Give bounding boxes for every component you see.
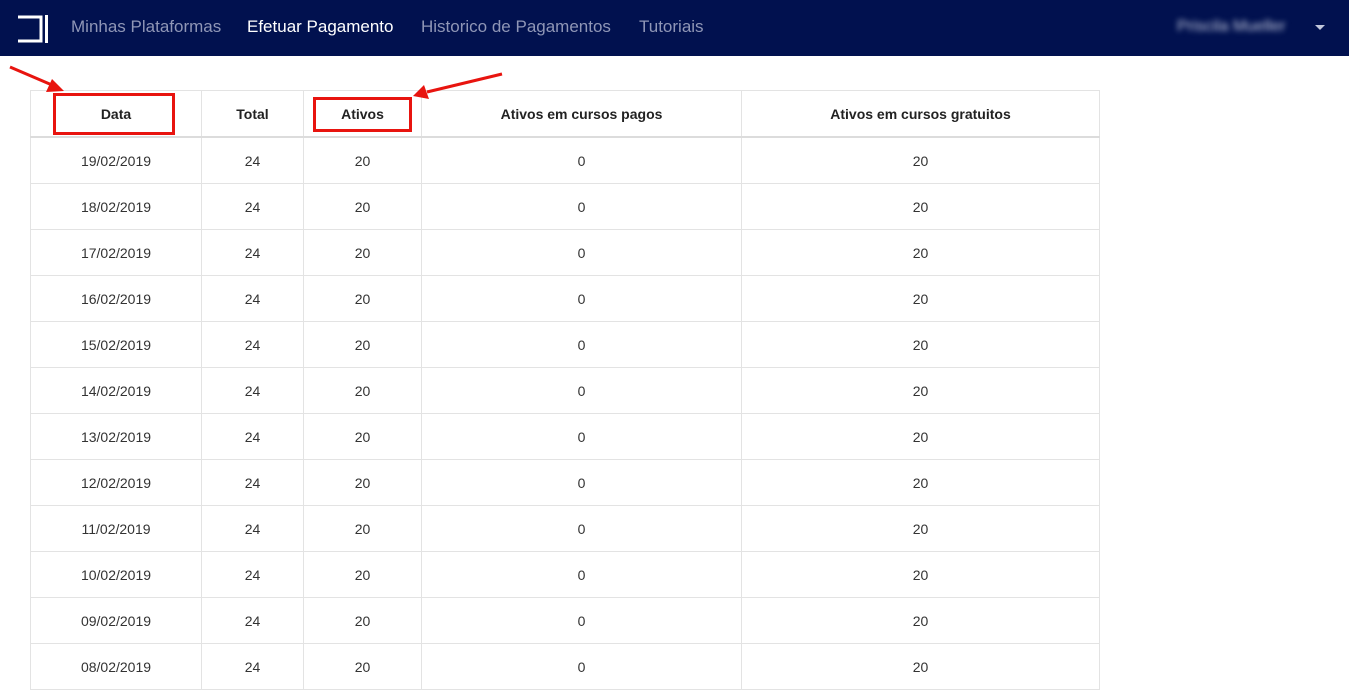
cell-total: 24 xyxy=(201,643,304,690)
top-navbar: Minhas Plataformas Efetuar Pagamento His… xyxy=(0,0,1349,56)
table-header-row: Data Total Ativos Ativos em cursos pagos… xyxy=(30,90,1100,138)
payments-table: Data Total Ativos Ativos em cursos pagos… xyxy=(30,90,1100,690)
cell-ativos-pagos: 0 xyxy=(421,367,742,414)
column-header-ativos-gratuitos[interactable]: Ativos em cursos gratuitos xyxy=(741,90,1100,138)
cell-data: 15/02/2019 xyxy=(30,321,202,368)
table-row: 16/02/2019 24 20 0 20 xyxy=(30,275,1100,322)
table-row: 12/02/2019 24 20 0 20 xyxy=(30,459,1100,506)
nav-link-historico-de-pagamentos[interactable]: Historico de Pagamentos xyxy=(421,17,611,37)
nav-link-efetuar-pagamento[interactable]: Efetuar Pagamento xyxy=(247,17,393,37)
cell-ativos-pagos: 0 xyxy=(421,643,742,690)
cell-ativos-gratuitos: 20 xyxy=(741,597,1100,644)
cell-data: 18/02/2019 xyxy=(30,183,202,230)
cell-ativos: 20 xyxy=(303,551,422,598)
table-row: 19/02/2019 24 20 0 20 xyxy=(30,136,1100,184)
cell-ativos: 20 xyxy=(303,136,422,184)
cell-ativos: 20 xyxy=(303,459,422,506)
table-row: 10/02/2019 24 20 0 20 xyxy=(30,551,1100,598)
cell-data: 13/02/2019 xyxy=(30,413,202,460)
cell-ativos: 20 xyxy=(303,505,422,552)
cell-data: 17/02/2019 xyxy=(30,229,202,276)
user-menu-name[interactable]: Priscila Mueller xyxy=(1177,18,1285,36)
annotation-box-data xyxy=(53,93,175,135)
cell-ativos: 20 xyxy=(303,275,422,322)
cell-ativos-gratuitos: 20 xyxy=(741,551,1100,598)
cell-total: 24 xyxy=(201,183,304,230)
cell-ativos-gratuitos: 20 xyxy=(741,229,1100,276)
cell-total: 24 xyxy=(201,505,304,552)
cell-ativos-pagos: 0 xyxy=(421,413,742,460)
column-header-total[interactable]: Total xyxy=(201,90,304,138)
table-row: 11/02/2019 24 20 0 20 xyxy=(30,505,1100,552)
cell-ativos-pagos: 0 xyxy=(421,321,742,368)
cell-data: 12/02/2019 xyxy=(30,459,202,506)
cell-ativos-gratuitos: 20 xyxy=(741,459,1100,506)
cell-ativos-pagos: 0 xyxy=(421,136,742,184)
cell-ativos-pagos: 0 xyxy=(421,551,742,598)
cell-ativos-gratuitos: 20 xyxy=(741,643,1100,690)
cell-ativos-gratuitos: 20 xyxy=(741,505,1100,552)
table-row: 08/02/2019 24 20 0 20 xyxy=(30,643,1100,690)
cell-ativos-gratuitos: 20 xyxy=(741,321,1100,368)
table-row: 09/02/2019 24 20 0 20 xyxy=(30,597,1100,644)
cell-data: 08/02/2019 xyxy=(30,643,202,690)
cell-ativos-gratuitos: 20 xyxy=(741,136,1100,184)
nav-link-tutoriais[interactable]: Tutoriais xyxy=(639,17,704,37)
nav-link-minhas-plataformas[interactable]: Minhas Plataformas xyxy=(71,17,221,37)
cell-ativos-pagos: 0 xyxy=(421,275,742,322)
cell-total: 24 xyxy=(201,551,304,598)
table-row: 15/02/2019 24 20 0 20 xyxy=(30,321,1100,368)
table-row: 17/02/2019 24 20 0 20 xyxy=(30,229,1100,276)
column-header-ativos-pagos[interactable]: Ativos em cursos pagos xyxy=(421,90,742,138)
cell-total: 24 xyxy=(201,321,304,368)
cell-data: 10/02/2019 xyxy=(30,551,202,598)
cell-data: 11/02/2019 xyxy=(30,505,202,552)
cell-ativos: 20 xyxy=(303,413,422,460)
cell-ativos: 20 xyxy=(303,229,422,276)
annotation-arrow-data xyxy=(9,65,53,87)
cell-ativos: 20 xyxy=(303,183,422,230)
cell-data: 14/02/2019 xyxy=(30,367,202,414)
table-row: 13/02/2019 24 20 0 20 xyxy=(30,413,1100,460)
caret-down-icon[interactable] xyxy=(1315,25,1325,30)
cell-ativos-gratuitos: 20 xyxy=(741,275,1100,322)
cell-total: 24 xyxy=(201,597,304,644)
cell-data: 19/02/2019 xyxy=(30,136,202,184)
cell-ativos-pagos: 0 xyxy=(421,459,742,506)
cell-ativos: 20 xyxy=(303,643,422,690)
cell-total: 24 xyxy=(201,367,304,414)
cell-ativos-pagos: 0 xyxy=(421,505,742,552)
bracket-logo-icon[interactable] xyxy=(16,15,48,43)
cell-total: 24 xyxy=(201,413,304,460)
cell-ativos-gratuitos: 20 xyxy=(741,183,1100,230)
cell-ativos: 20 xyxy=(303,597,422,644)
cell-total: 24 xyxy=(201,229,304,276)
cell-ativos-pagos: 0 xyxy=(421,229,742,276)
cell-total: 24 xyxy=(201,459,304,506)
cell-total: 24 xyxy=(201,275,304,322)
cell-ativos-pagos: 0 xyxy=(421,597,742,644)
table-row: 18/02/2019 24 20 0 20 xyxy=(30,183,1100,230)
annotation-box-ativos xyxy=(313,97,412,132)
cell-ativos-gratuitos: 20 xyxy=(741,413,1100,460)
table-body: 19/02/2019 24 20 0 20 18/02/2019 24 20 0 20 17/02/… xyxy=(30,136,1100,690)
cell-ativos: 20 xyxy=(303,367,422,414)
cell-ativos-gratuitos: 20 xyxy=(741,367,1100,414)
cell-total: 24 xyxy=(201,136,304,184)
cell-data: 09/02/2019 xyxy=(30,597,202,644)
cell-ativos: 20 xyxy=(303,321,422,368)
table-row: 14/02/2019 24 20 0 20 xyxy=(30,367,1100,414)
cell-ativos-pagos: 0 xyxy=(421,183,742,230)
cell-data: 16/02/2019 xyxy=(30,275,202,322)
